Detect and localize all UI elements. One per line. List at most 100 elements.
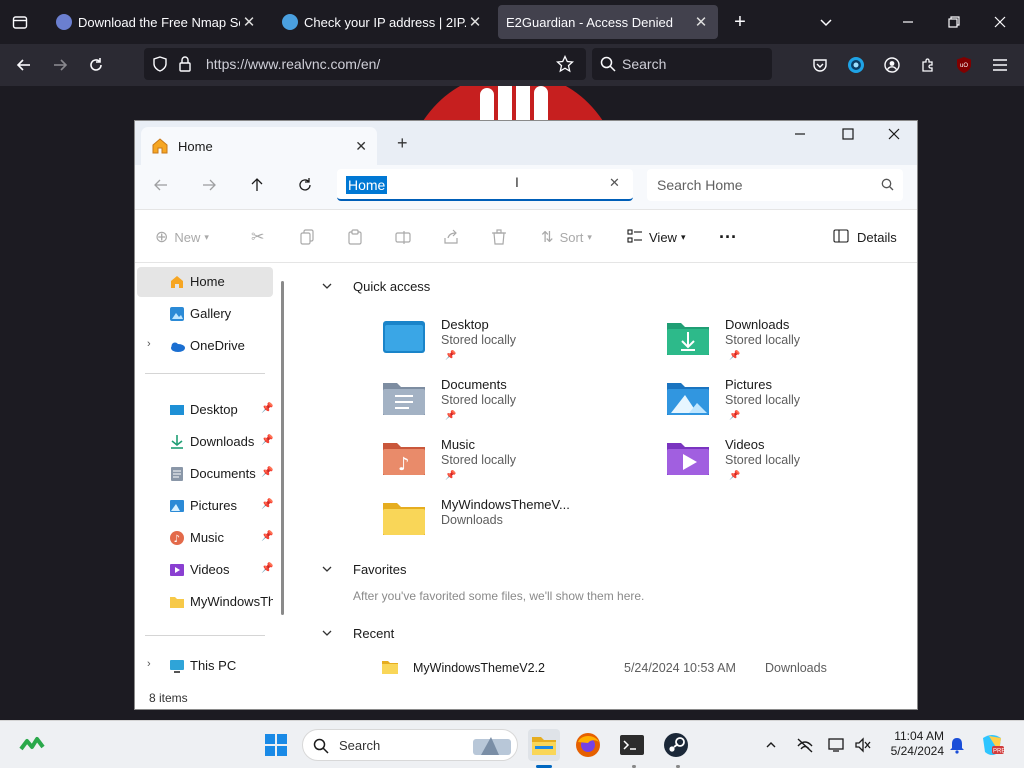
sort-button[interactable]: ⇅ Sort ▾ [541, 210, 592, 264]
close-window-icon[interactable] [887, 127, 901, 144]
file-explorer-taskbar-icon[interactable] [528, 729, 560, 761]
minimize-icon[interactable] [793, 127, 807, 144]
display-icon[interactable] [824, 729, 850, 761]
delete-icon[interactable] [491, 210, 507, 264]
details-button[interactable]: Details [833, 210, 897, 264]
more-options-icon[interactable]: ··· [719, 210, 737, 264]
recent-file-row[interactable]: MyWindowsThemeV2.2 5/24/2024 10:53 AM Do… [379, 657, 899, 681]
chevron-right-icon[interactable]: › [147, 658, 151, 670]
address-bar-input[interactable]: Home I ✕ [337, 169, 633, 201]
browser-tab-2ip[interactable]: Check your IP address | 2IP.me ✕ [274, 5, 492, 39]
sidebar-item-home[interactable]: Home [137, 267, 273, 297]
details-label: Details [857, 229, 897, 245]
url-bar[interactable]: https://www.realvnc.com/en/ [144, 48, 586, 80]
quick-access-music[interactable]: ♪ Music Stored locally 📌 [383, 437, 613, 499]
chevron-down-icon[interactable] [816, 12, 836, 32]
chevron-down-icon[interactable] [321, 280, 333, 292]
explorer-tab-home[interactable]: Home ✕ [141, 127, 377, 165]
chevron-down-icon[interactable] [321, 563, 333, 575]
browser-search-box[interactable]: Search [592, 48, 772, 80]
browser-tab-nmap[interactable]: Download the Free Nmap Secu ✕ [48, 5, 266, 39]
extension-blue-icon[interactable] [846, 55, 866, 75]
nmap-favicon-icon [56, 14, 72, 30]
sidebar-item-downloads[interactable]: Downloads 📌 [137, 427, 273, 457]
share-icon[interactable] [443, 210, 459, 264]
section-favorites[interactable]: Favorites [291, 559, 591, 581]
close-tab-icon[interactable]: ✕ [240, 13, 258, 31]
close-tab-icon[interactable]: ✕ [692, 13, 710, 31]
extensions-puzzle-icon[interactable] [918, 55, 938, 75]
new-button[interactable]: ⊕ New ▾ [155, 210, 209, 264]
quick-access-downloads[interactable]: Downloads Stored locally 📌 [667, 317, 897, 379]
terminal-taskbar-icon[interactable] [616, 729, 648, 761]
close-tab-icon[interactable]: ✕ [355, 138, 367, 155]
pocket-icon[interactable] [810, 55, 830, 75]
account-icon[interactable] [882, 55, 902, 75]
sidebar-scrollbar[interactable] [281, 281, 284, 615]
ublock-icon[interactable]: uO [954, 55, 974, 75]
pin-icon: 📌 [261, 435, 274, 446]
sidebar-item-desktop[interactable]: Desktop 📌 [137, 395, 273, 425]
steam-taskbar-icon[interactable] [660, 729, 692, 761]
refresh-icon[interactable] [297, 177, 313, 196]
forward-icon[interactable] [50, 55, 70, 75]
section-quick-access[interactable]: Quick access [291, 276, 591, 298]
volume-muted-icon[interactable] [850, 729, 876, 761]
close-window-icon[interactable] [990, 12, 1010, 32]
back-icon[interactable] [153, 177, 169, 196]
chevron-up-icon[interactable] [758, 729, 784, 761]
hamburger-menu-icon[interactable] [990, 55, 1010, 75]
browser-tab-e2guardian[interactable]: E2Guardian - Access Denied ✕ [498, 5, 718, 39]
restore-icon[interactable] [944, 12, 964, 32]
view-button[interactable]: View ▾ [627, 210, 685, 264]
rename-icon[interactable] [395, 210, 411, 264]
sidebar-item-documents[interactable]: Documents 📌 [137, 459, 273, 489]
sidebar-item-gallery[interactable]: Gallery [137, 299, 273, 329]
reload-icon[interactable] [86, 55, 106, 75]
shield-icon[interactable] [152, 56, 168, 75]
maximize-icon[interactable] [841, 127, 855, 144]
copy-icon[interactable] [299, 210, 315, 264]
new-tab-icon[interactable]: + [397, 133, 408, 154]
quick-access-pictures[interactable]: Pictures Stored locally 📌 [667, 377, 897, 439]
back-icon[interactable] [14, 55, 34, 75]
paste-icon[interactable] [347, 210, 363, 264]
network-disconnected-icon[interactable] [792, 729, 818, 761]
clear-address-icon[interactable]: ✕ [609, 175, 620, 191]
sidebar-item-onedrive[interactable]: › OneDrive [137, 331, 273, 361]
bookmark-star-icon[interactable] [555, 54, 575, 76]
minimize-icon[interactable] [898, 12, 918, 32]
sidebar-item-pictures[interactable]: Pictures 📌 [137, 491, 273, 521]
quick-access-documents[interactable]: Documents Stored locally 📌 [383, 377, 613, 439]
lock-icon[interactable] [178, 56, 192, 75]
new-tab-icon[interactable]: + [730, 11, 750, 33]
up-arrow-icon[interactable] [249, 177, 265, 196]
search-icon[interactable] [881, 178, 894, 194]
copilot-icon[interactable]: PRE [976, 729, 1008, 761]
quick-access-videos[interactable]: Videos Stored locally 📌 [667, 437, 897, 499]
sidebar-item-music[interactable]: ♪ Music 📌 [137, 523, 273, 553]
chevron-down-icon[interactable] [321, 627, 333, 639]
quick-access-desktop[interactable]: Desktop Stored locally 📌 [383, 317, 613, 379]
tab-list-icon[interactable] [10, 12, 30, 32]
start-windows-icon[interactable] [260, 729, 292, 761]
item-location: Stored locally [441, 333, 517, 347]
sidebar-item-mywindowstheme[interactable]: MyWindowsThe [137, 587, 273, 617]
taskbar-search-box[interactable]: Search [302, 729, 518, 761]
sidebar-divider [145, 635, 265, 636]
sidebar-item-this-pc[interactable]: › This PC [137, 651, 273, 681]
cut-icon[interactable]: ✂ [251, 210, 264, 264]
chevron-right-icon[interactable]: › [147, 338, 151, 350]
search-home-input[interactable]: Search Home [647, 169, 903, 201]
notification-bell-icon[interactable] [944, 729, 970, 761]
section-recent[interactable]: Recent [291, 623, 591, 645]
sidebar-item-videos[interactable]: Videos 📌 [137, 555, 273, 585]
clock-date: 5/24/2024 [890, 744, 944, 758]
quick-access-mywindowstheme[interactable]: MyWindowsThemeV... Downloads [383, 497, 613, 559]
forward-icon[interactable] [201, 177, 217, 196]
recent-file-date: 5/24/2024 10:53 AM [624, 661, 736, 675]
taskbar-clock[interactable]: 11:04 AM 5/24/2024 [880, 729, 944, 759]
close-tab-icon[interactable]: ✕ [466, 13, 484, 31]
firefox-taskbar-icon[interactable] [572, 729, 604, 761]
widgets-icon[interactable] [16, 729, 48, 761]
